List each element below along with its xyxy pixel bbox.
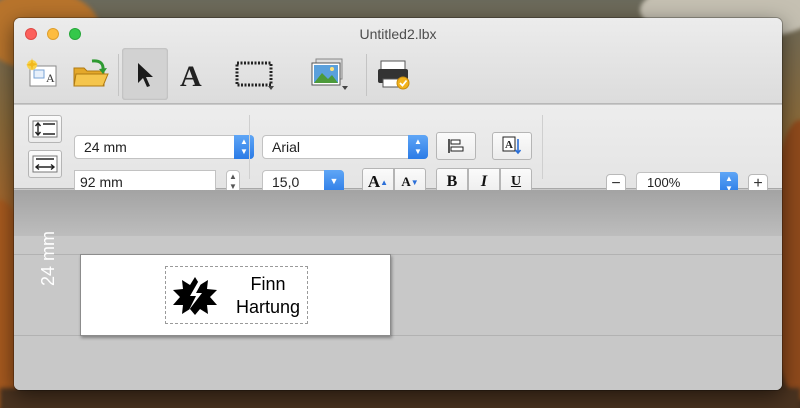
frame-tool-button[interactable] (226, 48, 280, 100)
app-window: Untitled2.lbx A A 24 mm ▲ ▼ 92 mm ▲ ▼ Ar… (14, 18, 782, 390)
label-height-icon (32, 120, 58, 138)
formatbar-separator (542, 115, 543, 179)
label-height-button[interactable] (28, 115, 62, 143)
text-tool-icon: A (180, 60, 202, 89)
label-canvas[interactable]: 24 mm Finn Hartung (14, 190, 782, 390)
image-tool-button[interactable] (302, 48, 356, 100)
label-height-value: 24 mm (84, 139, 127, 155)
vertical-text-button[interactable]: A (492, 132, 532, 160)
label-height-select[interactable]: 24 mm ▲ ▼ (74, 135, 254, 159)
font-name-value: Arial (272, 139, 301, 155)
label-length-icon (32, 155, 58, 173)
label-length-button[interactable] (28, 150, 62, 178)
frame-tool-icon (235, 61, 274, 90)
svg-text:A: A (46, 71, 55, 85)
format-bar: 24 mm ▲ ▼ 92 mm ▲ ▼ Arial ▲ ▼ A 15,0 ▼ A… (14, 105, 782, 196)
label-text: Finn Hartung (226, 273, 310, 319)
formatbar-separator (249, 115, 250, 179)
print-button[interactable] (372, 48, 416, 100)
new-label-icon: A (26, 58, 57, 87)
toolbar-separator (118, 54, 119, 96)
select-arrow-icon (138, 63, 153, 87)
lightning-burst-icon (173, 277, 217, 315)
font-name-select[interactable]: Arial ▲ ▼ (262, 135, 428, 159)
label-text-line2: Hartung (235, 297, 301, 317)
label-height-ruler: 24 mm (38, 230, 58, 286)
arrow-down-icon: ▼ (410, 177, 419, 187)
window-title: Untitled2.lbx (359, 26, 437, 42)
align-button[interactable] (436, 132, 476, 160)
select-tool-button[interactable] (122, 48, 168, 100)
label-paper[interactable]: Finn Hartung (80, 254, 391, 336)
print-icon (378, 60, 410, 90)
background-ground (0, 388, 800, 408)
open-button[interactable] (66, 48, 114, 100)
zoom-value: 100% (647, 175, 681, 190)
vertical-text-icon: A (502, 136, 522, 155)
svg-text:A: A (180, 60, 202, 89)
align-left-icon (448, 139, 464, 153)
arrow-up-icon: ▲ (380, 177, 389, 187)
grow-font-label: A (367, 172, 381, 191)
toolbar-separator (366, 54, 367, 96)
titlebar: Untitled2.lbx A A (14, 18, 782, 104)
chevron-updown-icon: ▲ ▼ (234, 135, 254, 159)
svg-text:A: A (505, 139, 513, 151)
font-size-value: 15,0 (272, 174, 300, 190)
text-tool-button[interactable]: A (172, 48, 214, 100)
chevron-updown-icon: ▲ ▼ (408, 135, 428, 159)
new-label-button[interactable]: A (22, 48, 62, 100)
canvas-shade (14, 190, 782, 236)
image-tool-icon (311, 58, 348, 90)
shrink-font-label: A (401, 174, 411, 189)
open-folder-icon (73, 59, 109, 87)
label-text-line1: Finn (250, 274, 286, 294)
label-text-object[interactable]: Finn Hartung (165, 266, 308, 324)
